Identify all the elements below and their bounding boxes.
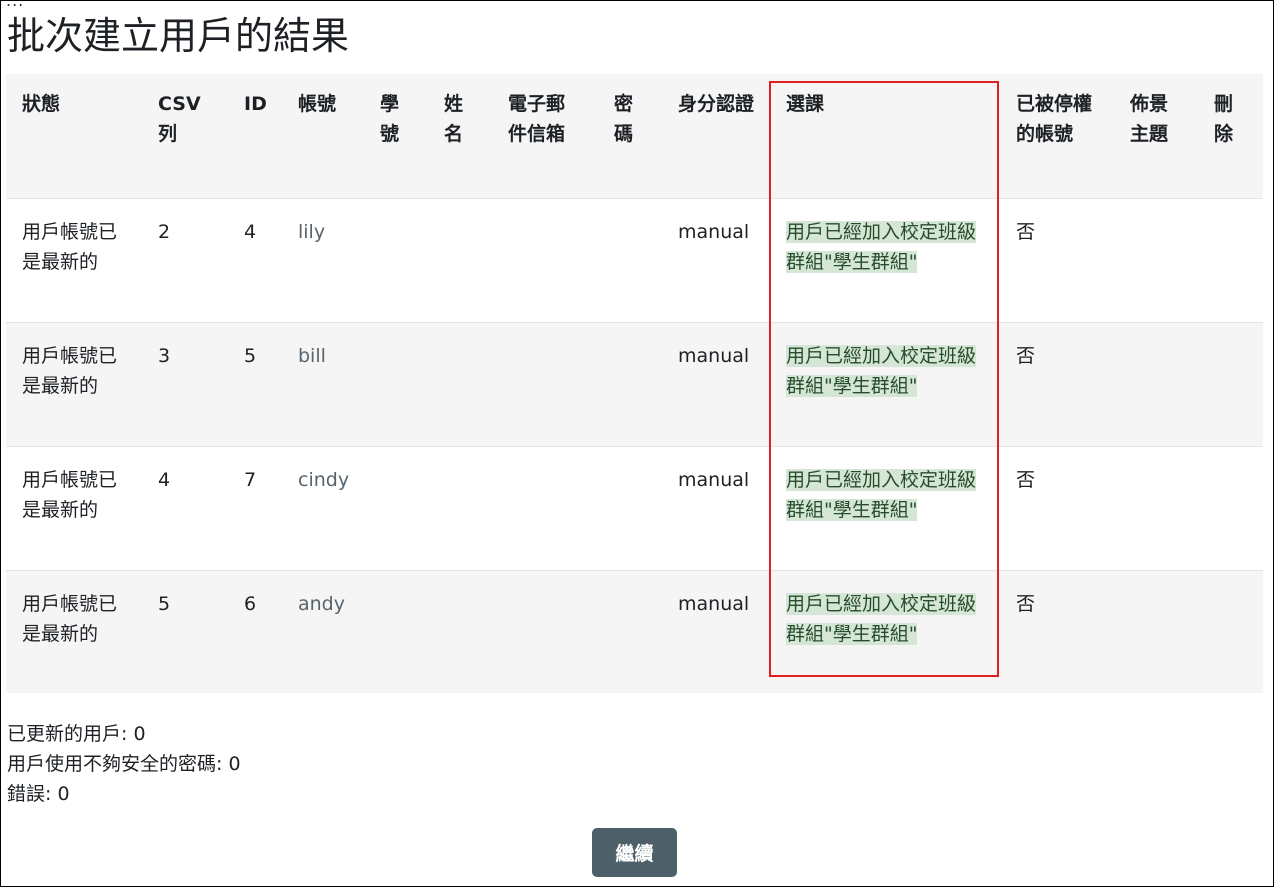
cell-status: 用戶帳號已是最新的 xyxy=(6,569,142,693)
enrolment-note: 用戶已經加入校定班級群組"學生群組" xyxy=(786,344,977,397)
cell-enrolment: 用戶已經加入校定班級群組"學生群組" xyxy=(770,321,1000,446)
cell-status: 用戶帳號已是最新的 xyxy=(6,321,142,446)
username-link[interactable]: bill xyxy=(298,345,326,367)
cell-student-id xyxy=(364,445,428,570)
cell-csv-row: 4 xyxy=(142,445,228,570)
cell-csv-row: 5 xyxy=(142,569,228,693)
cell-username: lily xyxy=(282,197,364,322)
summary-errors: 錯誤: 0 xyxy=(7,783,70,805)
cell-enrolment: 用戶已經加入校定班級群組"學生群組" xyxy=(770,445,1000,570)
username-link[interactable]: cindy xyxy=(298,469,349,491)
cell-name xyxy=(428,569,492,693)
cell-delete xyxy=(1198,197,1263,322)
header-suspended: 已被停權的帳號 xyxy=(1000,74,1114,198)
username-link[interactable]: lily xyxy=(298,221,325,243)
cell-email xyxy=(492,197,598,322)
table-row: 用戶帳號已是最新的 5 6 andy manual 用戶已經加入校定班級群組"學… xyxy=(6,569,1263,693)
continue-button[interactable]: 繼續 xyxy=(592,828,677,877)
header-enrolment: 選課 xyxy=(770,74,1000,198)
cell-username: andy xyxy=(282,569,364,693)
ellipsis-mark: ... xyxy=(6,0,25,10)
cell-status: 用戶帳號已是最新的 xyxy=(6,197,142,322)
summary-weak-password: 用戶使用不夠安全的密碼: 0 xyxy=(7,753,241,775)
header-auth: 身分認證 xyxy=(662,74,770,198)
cell-auth: manual xyxy=(662,445,770,570)
cell-name xyxy=(428,321,492,446)
cell-auth: manual xyxy=(662,321,770,446)
cell-student-id xyxy=(364,569,428,693)
cell-username: bill xyxy=(282,321,364,446)
cell-status: 用戶帳號已是最新的 xyxy=(6,445,142,570)
cell-password xyxy=(598,445,662,570)
cell-delete xyxy=(1198,569,1263,693)
username-link[interactable]: andy xyxy=(298,593,345,615)
page-title: 批次建立用戶的結果 xyxy=(7,14,350,58)
table-row: 用戶帳號已是最新的 3 5 bill manual 用戶已經加入校定班級群組"學… xyxy=(6,321,1263,446)
enrolment-note: 用戶已經加入校定班級群組"學生群組" xyxy=(786,468,977,521)
cell-name xyxy=(428,445,492,570)
cell-auth: manual xyxy=(662,197,770,322)
cell-enrolment: 用戶已經加入校定班級群組"學生群組" xyxy=(770,569,1000,693)
cell-email xyxy=(492,445,598,570)
cell-email xyxy=(492,569,598,693)
cell-delete xyxy=(1198,445,1263,570)
cell-email xyxy=(492,321,598,446)
cell-id: 5 xyxy=(228,321,282,446)
cell-password xyxy=(598,321,662,446)
cell-theme xyxy=(1114,445,1198,570)
cell-auth: manual xyxy=(662,569,770,693)
header-status: 狀態 xyxy=(6,74,142,198)
cell-student-id xyxy=(364,197,428,322)
header-theme: 佈景主題 xyxy=(1114,74,1198,198)
cell-csv-row: 2 xyxy=(142,197,228,322)
header-email: 電子郵件信箱 xyxy=(492,74,598,198)
enrolment-note: 用戶已經加入校定班級群組"學生群組" xyxy=(786,220,977,273)
cell-name xyxy=(428,197,492,322)
cell-password xyxy=(598,569,662,693)
header-id: ID xyxy=(228,74,282,198)
cell-username: cindy xyxy=(282,445,364,570)
cell-suspended: 否 xyxy=(1000,569,1114,693)
table-row: 用戶帳號已是最新的 4 7 cindy manual 用戶已經加入校定班級群組"… xyxy=(6,445,1263,570)
cell-id: 7 xyxy=(228,445,282,570)
cell-delete xyxy=(1198,321,1263,446)
cell-csv-row: 3 xyxy=(142,321,228,446)
header-csv-row: CSV列 xyxy=(142,74,228,198)
enrolment-note: 用戶已經加入校定班級群組"學生群組" xyxy=(786,592,977,645)
cell-id: 4 xyxy=(228,197,282,322)
header-student-id: 學號 xyxy=(364,74,428,198)
table-header-row: 狀態 CSV列 ID 帳號 學號 姓名 電子郵件信箱 密碼 身分認證 選課 已被… xyxy=(6,74,1263,198)
cell-password xyxy=(598,197,662,322)
table-row: 用戶帳號已是最新的 2 4 lily manual 用戶已經加入校定班級群組"學… xyxy=(6,197,1263,322)
cell-suspended: 否 xyxy=(1000,197,1114,322)
cell-student-id xyxy=(364,321,428,446)
cell-theme xyxy=(1114,321,1198,446)
summary-updated: 已更新的用戶: 0 xyxy=(7,723,146,745)
header-password: 密碼 xyxy=(598,74,662,198)
header-delete: 刪除 xyxy=(1198,74,1263,198)
results-table: 狀態 CSV列 ID 帳號 學號 姓名 電子郵件信箱 密碼 身分認證 選課 已被… xyxy=(6,74,1263,693)
cell-suspended: 否 xyxy=(1000,321,1114,446)
header-username: 帳號 xyxy=(282,74,364,198)
header-name: 姓名 xyxy=(428,74,492,198)
cell-enrolment: 用戶已經加入校定班級群組"學生群組" xyxy=(770,197,1000,322)
cell-suspended: 否 xyxy=(1000,445,1114,570)
cell-theme xyxy=(1114,569,1198,693)
results-summary: 已更新的用戶: 0 用戶使用不夠安全的密碼: 0 錯誤: 0 xyxy=(7,719,241,809)
cell-id: 6 xyxy=(228,569,282,693)
cell-theme xyxy=(1114,197,1198,322)
